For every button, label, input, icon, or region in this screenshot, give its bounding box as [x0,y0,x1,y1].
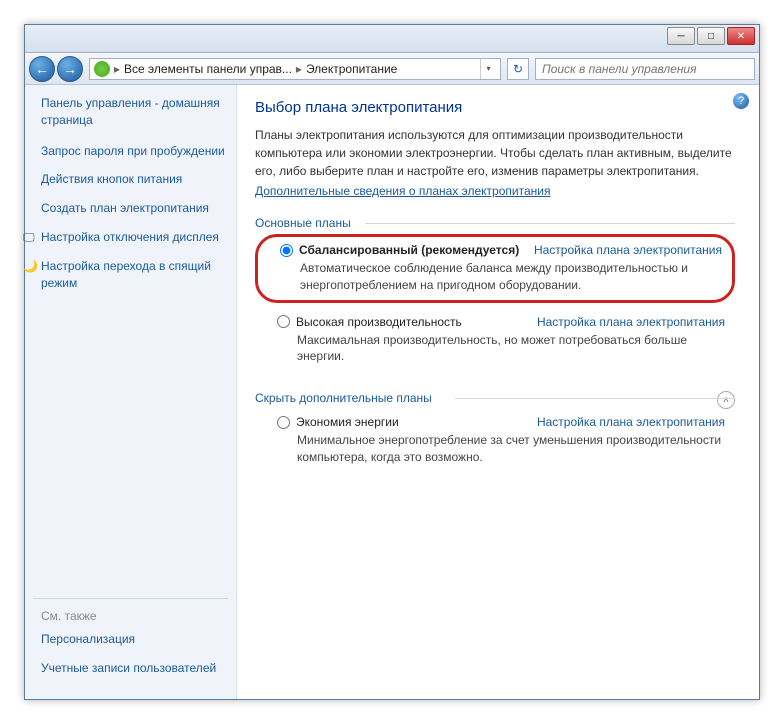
breadcrumb-item[interactable]: Все элементы панели управ... [124,62,292,76]
moon-icon: 🌙 [23,258,37,272]
sidebar-link-display-off[interactable]: 🖵 Настройка отключения дисплея [33,229,228,246]
breadcrumb-item[interactable]: Электропитание [306,62,397,76]
close-button[interactable]: ✕ [727,27,755,45]
see-also-accounts[interactable]: Учетные записи пользователей [33,660,228,677]
refresh-button[interactable]: ↻ [507,58,529,80]
sidebar-link-password[interactable]: Запрос пароля при пробуждении [33,143,228,160]
additional-plans-label: Скрыть дополнительные планы ˄ [255,391,735,405]
maximize-button[interactable]: □ [697,27,725,45]
sidebar-link-create-plan[interactable]: Создать план электропитания [33,200,228,217]
plan-energy-saver-label[interactable]: Экономия энергии [277,415,399,429]
page-title: Выбор плана электропитания [255,99,735,116]
see-also-personalization[interactable]: Персонализация [33,631,228,648]
page-description: Планы электропитания используются для оп… [255,126,735,180]
plan-high-perf: Высокая производительность Настройка пла… [255,307,735,374]
plan-energy-saver: Экономия энергии Настройка плана электро… [255,407,735,474]
sidebar-home-link[interactable]: Панель управления - домашняя страница [33,95,228,129]
forward-button[interactable]: → [57,56,83,82]
plan-high-perf-desc: Максимальная производительность, но може… [277,332,725,366]
content-area: Панель управления - домашняя страница За… [25,85,759,699]
basic-plans-label: Основные планы [255,216,735,230]
plan-balanced-radio[interactable] [280,244,293,257]
sidebar-link-buttons[interactable]: Действия кнопок питания [33,171,228,188]
navbar: ← → ▸ Все элементы панели управ... ▸ Эле… [25,53,759,85]
titlebar: ─ □ ✕ [25,25,759,53]
control-panel-window: ─ □ ✕ ← → ▸ Все элементы панели управ...… [24,24,760,700]
plan-energy-saver-desc: Минимальное энергопотребление за счет ум… [277,432,725,466]
plan-balanced-settings-link[interactable]: Настройка плана электропитания [534,243,722,257]
sidebar-link-sleep[interactable]: 🌙 Настройка перехода в спящий режим [33,258,228,292]
plan-balanced: Сбалансированный (рекомендуется) Настрой… [255,234,735,303]
plan-high-perf-radio[interactable] [277,315,290,328]
chevron-right-icon: ▸ [114,62,120,76]
help-icon[interactable]: ? [733,93,749,109]
breadcrumb-dropdown[interactable]: ▾ [480,59,496,79]
search-input[interactable] [535,58,755,80]
plan-high-perf-label[interactable]: Высокая производительность [277,315,462,329]
main-panel: ? Выбор плана электропитания Планы элект… [237,85,759,699]
more-info-link[interactable]: Дополнительные сведения о планах электро… [255,184,550,198]
back-button[interactable]: ← [29,56,55,82]
display-icon: 🖵 [23,229,37,243]
plan-energy-saver-radio[interactable] [277,416,290,429]
panel-icon [94,61,110,77]
sidebar: Панель управления - домашняя страница За… [25,85,237,699]
breadcrumb[interactable]: ▸ Все элементы панели управ... ▸ Электро… [89,58,501,80]
plan-balanced-label[interactable]: Сбалансированный (рекомендуется) [280,243,519,257]
plan-energy-saver-settings-link[interactable]: Настройка плана электропитания [537,415,725,429]
plan-high-perf-settings-link[interactable]: Настройка плана электропитания [537,315,725,329]
chevron-right-icon: ▸ [296,62,302,76]
see-also-label: См. также [33,598,228,623]
plan-balanced-desc: Автоматическое соблюдение баланса между … [280,260,722,294]
minimize-button[interactable]: ─ [667,27,695,45]
